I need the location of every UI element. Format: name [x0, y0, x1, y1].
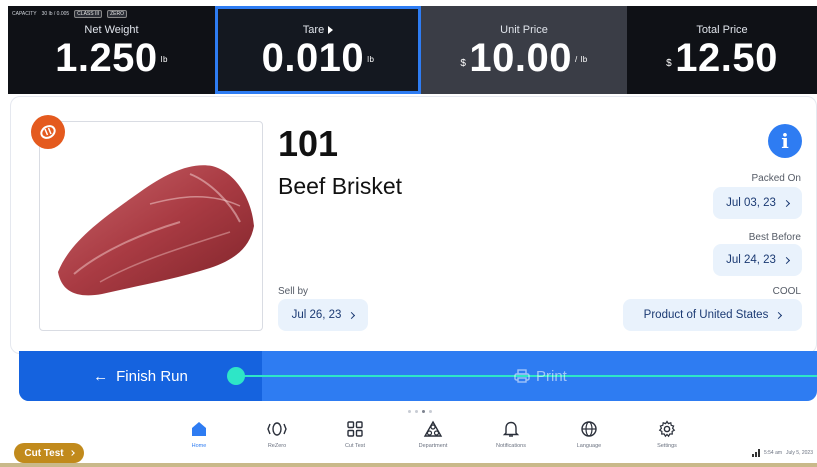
product-name: Beef Brisket — [278, 173, 402, 199]
home-icon — [192, 422, 206, 436]
nav-label-department: Department — [418, 443, 448, 449]
net-weight-label: Net Weight — [84, 24, 139, 36]
product-image — [39, 121, 263, 331]
cool-label: COOL — [772, 286, 801, 297]
unit-price-value-row: $10.00/ lb — [421, 36, 627, 82]
best-before-label: Best Before — [748, 232, 801, 243]
unit-price-value: 10.00 — [469, 36, 572, 80]
tare-label: Tare — [302, 24, 325, 36]
finish-run-label: Finish Run — [116, 367, 188, 385]
total-price-panel: Total Price $12.50 — [627, 6, 817, 94]
total-price-value-row: $12.50 — [627, 36, 817, 80]
unit-price-currency: $ — [460, 58, 467, 69]
nav-item-notifications[interactable]: Notifications — [472, 420, 550, 449]
clock: 5:54 am — [763, 450, 783, 456]
nav-label-home: Home — [191, 443, 207, 449]
globe-icon — [581, 421, 597, 437]
nav-item-department[interactable]: Department — [394, 420, 472, 449]
signal-icon — [751, 449, 760, 457]
nav-label-language: Language — [576, 443, 602, 449]
finish-run-button[interactable]: ← Finish Run — [19, 351, 262, 401]
nav-item-rezero[interactable]: ReZero — [238, 420, 316, 449]
total-price-label: Total Price — [696, 24, 748, 36]
product-code: 101 — [278, 123, 339, 164]
tare-value-row: 0.010 lb — [218, 36, 418, 82]
chevron-right-icon — [782, 256, 790, 264]
grid-icon — [347, 421, 363, 437]
net-weight-value: 1.250 — [55, 36, 158, 80]
cut-test-label: Cut Test — [24, 447, 64, 459]
department-icon — [423, 420, 443, 437]
unit-price-panel[interactable]: Unit Price $10.00/ lb — [421, 6, 627, 94]
unit-price-unit: / lb — [575, 55, 588, 65]
nav-label-cut-test: Cut Test — [344, 443, 366, 449]
page-indicator — [408, 410, 432, 413]
bottom-nav: Home ReZero Cut Test Department Notifica… — [160, 420, 706, 449]
packed-on-label: Packed On — [751, 173, 801, 184]
arrow-left-icon: ← — [93, 367, 109, 385]
nav-label-settings: Settings — [657, 443, 677, 449]
chevron-right-icon — [348, 311, 356, 319]
system-tray: 5:54 am July 5, 2023 — [751, 449, 813, 457]
print-label: Print — [536, 367, 567, 385]
cool-value: Product of United States — [643, 309, 769, 321]
play-arrow-icon — [328, 26, 334, 35]
unit-price-label: Unit Price — [500, 24, 548, 36]
best-before-value: Jul 24, 23 — [726, 254, 776, 266]
nav-item-home[interactable]: Home — [160, 420, 238, 449]
sell-by-button[interactable]: Jul 26, 23 — [278, 299, 368, 331]
best-before-button[interactable]: Jul 24, 23 — [713, 244, 802, 276]
meat-badge-icon — [31, 115, 65, 149]
nav-item-language[interactable]: Language — [550, 420, 628, 449]
status-zero-chip: ZERO — [107, 10, 128, 18]
status-class-chip: CLASS III — [74, 10, 103, 18]
nav-item-cut-test[interactable]: Cut Test — [316, 420, 394, 449]
chevron-right-icon — [68, 450, 75, 456]
sell-by-label: Sell by — [278, 286, 309, 297]
nav-item-settings[interactable]: Settings — [628, 420, 706, 449]
bell-icon — [502, 421, 520, 437]
nav-label-rezero: ReZero — [267, 443, 287, 449]
nav-label-notifications: Notifications — [496, 443, 526, 449]
gear-icon — [658, 420, 676, 438]
bottom-edge — [0, 463, 817, 467]
tare-value: 0.010 — [261, 36, 365, 80]
packed-on-value: Jul 03, 23 — [726, 197, 776, 209]
scale-status-row: CAPACITY 30 lb / 0.005 CLASS III ZERO — [12, 10, 128, 18]
sell-by-value: Jul 26, 23 — [291, 309, 342, 321]
packed-on-button[interactable]: Jul 03, 23 — [713, 187, 802, 219]
printer-icon — [514, 369, 530, 383]
total-price-value: 12.50 — [675, 36, 778, 80]
total-price-currency: $ — [666, 58, 673, 69]
product-card: 101 Beef Brisket i Packed On Jul 03, 23 … — [10, 96, 817, 354]
print-slide-target[interactable]: Print — [514, 351, 567, 401]
tare-unit: lb — [367, 55, 375, 65]
tare-panel[interactable]: Tare 0.010 lb — [215, 6, 421, 94]
chevron-right-icon — [782, 199, 790, 207]
beef-brisket-image — [58, 165, 254, 296]
weight-display-bar: CAPACITY 30 lb / 0.005 CLASS III ZERO Ne… — [8, 6, 817, 94]
date: July 5, 2023 — [786, 450, 813, 456]
net-weight-unit: lb — [160, 55, 168, 65]
print-slider-handle[interactable] — [227, 367, 245, 385]
chevron-right-icon — [775, 311, 783, 319]
status-capacity: CAPACITY — [12, 11, 37, 17]
cool-button[interactable]: Product of United States — [623, 299, 802, 331]
action-bar: ← Finish Run Print — [19, 351, 817, 401]
net-weight-panel: CAPACITY 30 lb / 0.005 CLASS III ZERO Ne… — [8, 6, 215, 94]
status-division: 30 lb / 0.005 — [41, 11, 70, 17]
cut-test-button[interactable]: Cut Test — [14, 443, 84, 463]
info-icon[interactable]: i — [768, 124, 802, 158]
zero-icon — [267, 422, 287, 436]
tare-label-row: Tare — [218, 24, 418, 36]
net-weight-value-row: 1.250 lb — [8, 36, 215, 82]
